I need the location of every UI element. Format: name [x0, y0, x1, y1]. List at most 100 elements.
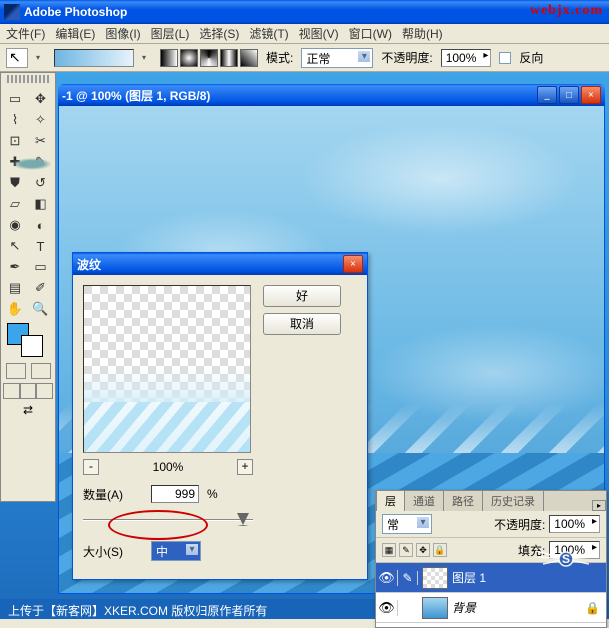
- close-button[interactable]: ×: [581, 86, 601, 104]
- gradient-radial-icon[interactable]: [180, 49, 198, 67]
- layer-thumb[interactable]: [422, 597, 448, 619]
- menu-filter[interactable]: 滤镜(T): [249, 25, 288, 42]
- size-select[interactable]: 中: [151, 541, 201, 561]
- tab-history[interactable]: 历史记录: [482, 490, 544, 511]
- reverse-checkbox[interactable]: [499, 52, 511, 64]
- photoshop-icon: [4, 4, 20, 20]
- menu-select[interactable]: 选择(S): [199, 25, 239, 42]
- link-icon[interactable]: ✎: [398, 571, 418, 585]
- lock-trans-icon[interactable]: ▦: [382, 543, 396, 557]
- document-titlebar[interactable]: -1 @ 100% (图层 1, RGB/8) _ □ ×: [58, 84, 605, 106]
- workspace: ▭ ✥ ⌇ ✧ ⊡ ✂ ✚ ✎ ⛊ ↺ ▱ ◧ ◉ ◐ ↖ T ✒ ▭ ▤ ✐ …: [0, 72, 609, 619]
- options-bar: ▾ ▾ 模式: 正常 不透明度: 100% 反向: [0, 44, 609, 72]
- watermark-text: webjx.com: [530, 3, 603, 19]
- gradient-diamond-icon[interactable]: [240, 49, 258, 67]
- type-tool-icon[interactable]: T: [29, 236, 53, 256]
- wing-logo-icon: S: [531, 539, 601, 579]
- marquee-tool-icon[interactable]: ▭: [3, 89, 27, 109]
- menu-edit[interactable]: 编辑(E): [55, 25, 95, 42]
- filter-preview[interactable]: [83, 285, 251, 453]
- tab-layers[interactable]: 层: [376, 490, 405, 511]
- toolbox: ▭ ✥ ⌇ ✧ ⊡ ✂ ✚ ✎ ⛊ ↺ ▱ ◧ ◉ ◐ ↖ T ✒ ▭ ▤ ✐ …: [0, 72, 56, 502]
- blur-tool-icon[interactable]: ◉: [3, 215, 27, 235]
- layer-name[interactable]: 背景: [452, 599, 579, 616]
- gradient-tool-icon[interactable]: ◧: [29, 194, 53, 214]
- notes-tool-icon[interactable]: ▤: [3, 278, 27, 298]
- quickmask-on-icon[interactable]: [31, 363, 51, 379]
- mode-label: 模式:: [266, 49, 293, 66]
- gradient-preview[interactable]: [54, 49, 134, 67]
- amount-unit: %: [207, 487, 218, 501]
- menu-image[interactable]: 图像(I): [105, 25, 140, 42]
- dialog-title: 波纹: [77, 256, 341, 273]
- layer-thumb[interactable]: [422, 567, 448, 589]
- dialog-close-button[interactable]: ×: [343, 255, 363, 273]
- path-tool-icon[interactable]: ↖: [3, 236, 27, 256]
- tab-channels[interactable]: 通道: [404, 490, 444, 511]
- zoom-level: 100%: [153, 460, 184, 474]
- slice-tool-icon[interactable]: ✂: [29, 131, 53, 151]
- zoom-tool-icon[interactable]: 🔍: [29, 299, 53, 319]
- lasso-tool-icon[interactable]: ⌇: [3, 110, 27, 130]
- ripple-dialog: 波纹 × - 100% + 数量(A) 999 %: [72, 252, 368, 580]
- menu-help[interactable]: 帮助(H): [402, 25, 443, 42]
- screenmode-full-icon[interactable]: [20, 383, 37, 399]
- amount-field[interactable]: 999: [151, 485, 199, 503]
- visibility-icon[interactable]: 👁: [376, 570, 398, 586]
- cancel-button[interactable]: 取消: [263, 313, 341, 335]
- menu-window[interactable]: 窗口(W): [349, 25, 392, 42]
- blend-mode-select[interactable]: 常: [382, 514, 432, 534]
- layer-opacity-field[interactable]: 100%: [549, 515, 600, 533]
- screenmode-menu-icon[interactable]: [36, 383, 53, 399]
- lock-group: ▦ ✎ ✥ 🔒: [382, 543, 447, 557]
- layer-opacity-label: 不透明度:: [494, 516, 545, 533]
- maximize-button[interactable]: □: [559, 86, 579, 104]
- menu-view[interactable]: 视图(V): [299, 25, 339, 42]
- amount-slider[interactable]: [83, 511, 253, 529]
- move-tool-icon[interactable]: ✥: [29, 89, 53, 109]
- dodge-tool-icon[interactable]: ◐: [29, 215, 53, 235]
- tool-preset-arrow-icon[interactable]: ▾: [36, 53, 46, 62]
- shape-tool-icon[interactable]: ▭: [29, 257, 53, 277]
- gradient-type-group: [160, 49, 258, 67]
- toolbox-grip[interactable]: [7, 75, 49, 83]
- gradient-reflected-icon[interactable]: [220, 49, 238, 67]
- app-titlebar: Adobe Photoshop: [0, 0, 609, 24]
- document-title: -1 @ 100% (图层 1, RGB/8): [62, 87, 535, 104]
- lock-pos-icon[interactable]: ✥: [416, 543, 430, 557]
- lock-indicator-icon: 🔒: [585, 601, 600, 615]
- wand-tool-icon[interactable]: ✧: [29, 110, 53, 130]
- amount-label: 数量(A): [83, 486, 143, 503]
- hand-tool-icon[interactable]: ✋: [3, 299, 27, 319]
- gradient-linear-icon[interactable]: [160, 49, 178, 67]
- screenmode-std-icon[interactable]: [3, 383, 20, 399]
- menu-file[interactable]: 文件(F): [6, 25, 45, 42]
- minimize-button[interactable]: _: [537, 86, 557, 104]
- background-color[interactable]: [21, 335, 43, 357]
- opacity-field[interactable]: 100%: [441, 49, 492, 67]
- ok-button[interactable]: 好: [263, 285, 341, 307]
- eyedropper-tool-icon[interactable]: ✐: [29, 278, 53, 298]
- zoom-out-button[interactable]: -: [83, 459, 99, 475]
- menu-layer[interactable]: 图层(L): [151, 25, 190, 42]
- lock-pixel-icon[interactable]: ✎: [399, 543, 413, 557]
- pen-tool-icon[interactable]: ✒: [3, 257, 27, 277]
- gradient-picker-arrow-icon[interactable]: ▾: [142, 53, 152, 62]
- color-swatch: [1, 321, 55, 361]
- eraser-tool-icon[interactable]: ▱: [3, 194, 27, 214]
- size-label: 大小(S): [83, 543, 143, 560]
- imageready-icon[interactable]: ⇄: [1, 401, 55, 419]
- menubar: 文件(F) 编辑(E) 图像(I) 图层(L) 选择(S) 滤镜(T) 视图(V…: [0, 24, 609, 44]
- brush-preview: [12, 158, 62, 184]
- quickmask-off-icon[interactable]: [6, 363, 26, 379]
- visibility-icon[interactable]: 👁: [376, 600, 398, 616]
- lock-all-icon[interactable]: 🔒: [433, 543, 447, 557]
- panel-menu-icon[interactable]: ▸: [592, 500, 606, 511]
- crop-tool-icon[interactable]: ⊡: [3, 131, 27, 151]
- mode-select[interactable]: 正常: [301, 48, 373, 68]
- gradient-angle-icon[interactable]: [200, 49, 218, 67]
- current-tool-icon[interactable]: [6, 48, 28, 68]
- opacity-label: 不透明度:: [381, 49, 432, 66]
- tab-paths[interactable]: 路径: [443, 490, 483, 511]
- zoom-in-button[interactable]: +: [237, 459, 253, 475]
